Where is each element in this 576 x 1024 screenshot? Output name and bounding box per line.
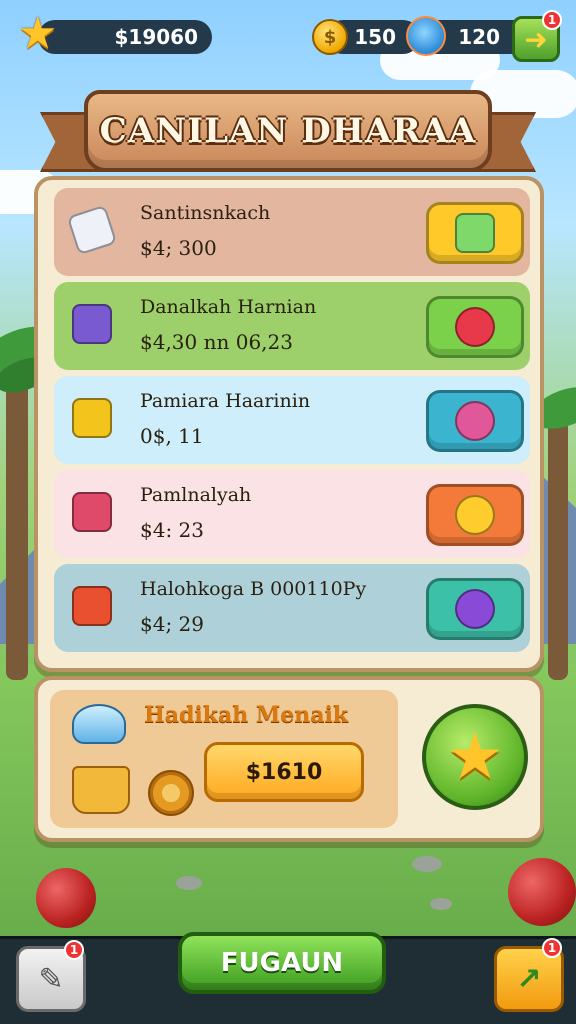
coin-icon — [455, 495, 495, 535]
candy-icon — [455, 307, 495, 347]
banner-plank: CANILAN DHARAA — [84, 90, 492, 172]
rock — [430, 898, 452, 910]
palm-trunk — [548, 420, 568, 680]
row-title: Pamlnalyah — [140, 484, 252, 506]
row-value: $4,30 nn 06,23 — [140, 330, 293, 354]
orb-icon — [455, 589, 495, 629]
featured-reward-card: Hadikah Menaik $1610 ★ — [34, 676, 544, 842]
list-item[interactable]: Pamlnalyah $4: 23 — [54, 470, 530, 558]
fruit-basket-icon — [72, 766, 130, 814]
row-title: Santinsnkach — [140, 202, 271, 224]
arrow-up-right-icon: ↗ — [516, 961, 542, 997]
row-action-button[interactable] — [426, 578, 524, 640]
row-title: Pamiara Haarinin — [140, 390, 311, 412]
row-value: $4; 29 — [140, 612, 204, 636]
notification-badge: 1 — [542, 10, 562, 30]
radio-box-icon — [64, 484, 124, 544]
list-item[interactable]: Pamiara Haarinin 0$, 11 — [54, 376, 530, 464]
top-hud: $19060 ★ 150 $ 120 ➜ 1 — [0, 8, 576, 64]
apple — [508, 858, 576, 926]
ufo-icon — [72, 704, 126, 744]
row-title: Danalkah Harnian — [140, 296, 317, 318]
pencil-icon: ✎ — [38, 961, 64, 997]
notification-badge-right: 1 — [542, 938, 562, 958]
banner-title: CANILAN DHARAA — [99, 111, 477, 151]
score-value: $19060 — [114, 25, 199, 49]
row-value: 0$, 11 — [140, 424, 204, 448]
notification-badge-left: 1 — [64, 940, 84, 960]
donut-coin-icon — [148, 770, 194, 816]
gem-icon — [455, 401, 495, 441]
avatar-icon[interactable] — [406, 16, 446, 56]
row-action-button[interactable] — [426, 202, 524, 264]
list-item[interactable]: Halohkoga B 000110Py $4; 29 — [54, 564, 530, 652]
row-value: $4; 300 — [140, 236, 217, 260]
claim-reward-label: $1610 — [245, 759, 323, 785]
paper-glove-icon — [64, 202, 124, 262]
claim-reward-button[interactable]: $1610 — [204, 742, 364, 802]
main-action-label: FUGAUN — [220, 948, 344, 978]
row-title: Halohkoga B 000110Py — [140, 578, 367, 600]
title-banner: CANILAN DHARAA — [40, 82, 536, 182]
apple — [36, 868, 96, 928]
row-value: $4: 23 — [140, 518, 204, 542]
rock — [412, 856, 442, 872]
row-action-button[interactable] — [426, 390, 524, 452]
rock — [176, 876, 202, 890]
row-action-button[interactable] — [426, 484, 524, 546]
palm-trunk — [6, 380, 28, 680]
gems-value: 120 — [458, 25, 500, 49]
star-icon: ★ — [446, 720, 504, 794]
reward-title: Hadikah Menaik — [144, 702, 349, 728]
reward-list-panel: Santinsnkach $4; 300 Danalkah Harnian $4… — [34, 176, 544, 672]
coins-value: 150 — [354, 25, 396, 49]
list-item[interactable]: Danalkah Harnian $4,30 nn 06,23 — [54, 282, 530, 370]
row-action-button[interactable] — [426, 296, 524, 358]
toolbox-icon — [64, 390, 124, 450]
star-icon: ★ — [18, 8, 58, 59]
machine-box-icon — [64, 578, 124, 638]
treasure-chest-icon — [64, 296, 124, 356]
gift-box-icon — [455, 213, 495, 253]
main-action-button[interactable]: FUGAUN — [178, 932, 386, 994]
star-round-button[interactable]: ★ — [422, 704, 528, 810]
list-item[interactable]: Santinsnkach $4; 300 — [54, 188, 530, 276]
score-display: $19060 — [38, 20, 212, 54]
coin-icon: $ — [312, 19, 348, 55]
arrow-right-icon: ➜ — [524, 22, 548, 56]
